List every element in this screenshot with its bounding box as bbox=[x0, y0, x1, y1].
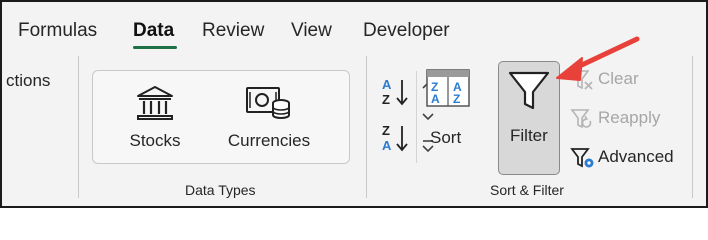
excel-ribbon-window: Formulas Data Review View Developer ctio… bbox=[0, 0, 708, 208]
red-arrow-icon bbox=[556, 36, 640, 81]
